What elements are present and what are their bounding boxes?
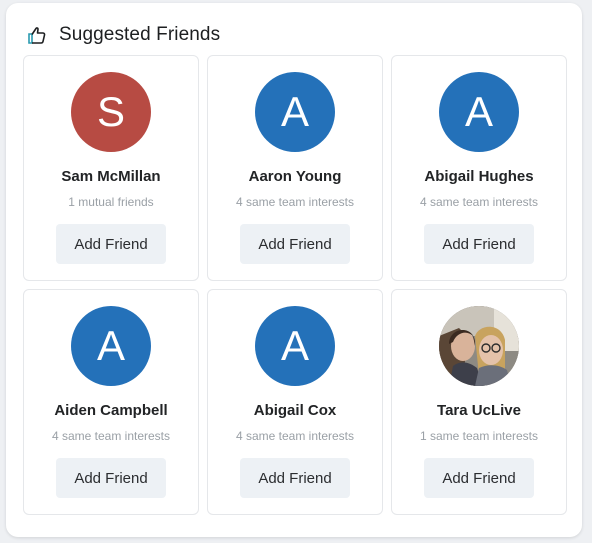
avatar[interactable]: A — [255, 72, 335, 152]
friend-card: A Abigail Hughes 4 same team interests A… — [391, 55, 567, 281]
friend-name[interactable]: Sam McMillan — [24, 168, 198, 185]
friend-mutual-info: 4 same team interests — [235, 429, 355, 443]
panel-title: Suggested Friends — [59, 24, 221, 45]
add-friend-button[interactable]: Add Friend — [56, 224, 166, 264]
avatar-initial: A — [280, 322, 309, 369]
avatar-photo[interactable] — [439, 306, 519, 386]
friends-grid: S Sam McMillan 1 mutual friends Add Frie… — [23, 55, 567, 515]
friend-name[interactable]: Aaron Young — [208, 168, 382, 185]
panel-header: Suggested Friends — [26, 21, 220, 49]
friend-card: S Sam McMillan 1 mutual friends Add Frie… — [23, 55, 199, 281]
add-friend-button[interactable]: Add Friend — [56, 458, 166, 498]
add-friend-button[interactable]: Add Friend — [240, 224, 350, 264]
avatar[interactable]: A — [71, 306, 151, 386]
avatar-initial: A — [280, 88, 309, 135]
friend-name[interactable]: Abigail Hughes — [392, 168, 566, 185]
avatar-initial: A — [96, 322, 125, 369]
friend-name[interactable]: Aiden Campbell — [24, 402, 198, 419]
friend-mutual-info: 1 mutual friends — [68, 195, 154, 209]
friend-card: Tara UcLive 1 same team interests Add Fr… — [391, 289, 567, 515]
friend-mutual-info: 4 same team interests — [235, 195, 355, 209]
thumbs-up-icon — [26, 24, 48, 46]
friend-mutual-info: 4 same team interests — [419, 195, 539, 209]
avatar[interactable]: A — [255, 306, 335, 386]
avatar[interactable]: A — [439, 72, 519, 152]
avatar[interactable]: S — [71, 72, 151, 152]
friend-card: A Abigail Cox 4 same team interests Add … — [207, 289, 383, 515]
friend-name[interactable]: Tara UcLive — [392, 402, 566, 419]
add-friend-button[interactable]: Add Friend — [240, 458, 350, 498]
add-friend-button[interactable]: Add Friend — [424, 458, 534, 498]
avatar-initial: A — [464, 88, 493, 135]
friend-card: A Aaron Young 4 same team interests Add … — [207, 55, 383, 281]
profile-photo — [439, 306, 519, 386]
friend-mutual-info: 4 same team interests — [51, 429, 171, 443]
friend-name[interactable]: Abigail Cox — [208, 402, 382, 419]
friend-mutual-info: 1 same team interests — [419, 429, 539, 443]
avatar-initial: S — [96, 88, 125, 135]
friend-card: A Aiden Campbell 4 same team interests A… — [23, 289, 199, 515]
suggested-friends-panel: Suggested Friends S Sam McMillan 1 mutua… — [6, 3, 582, 537]
add-friend-button[interactable]: Add Friend — [424, 224, 534, 264]
